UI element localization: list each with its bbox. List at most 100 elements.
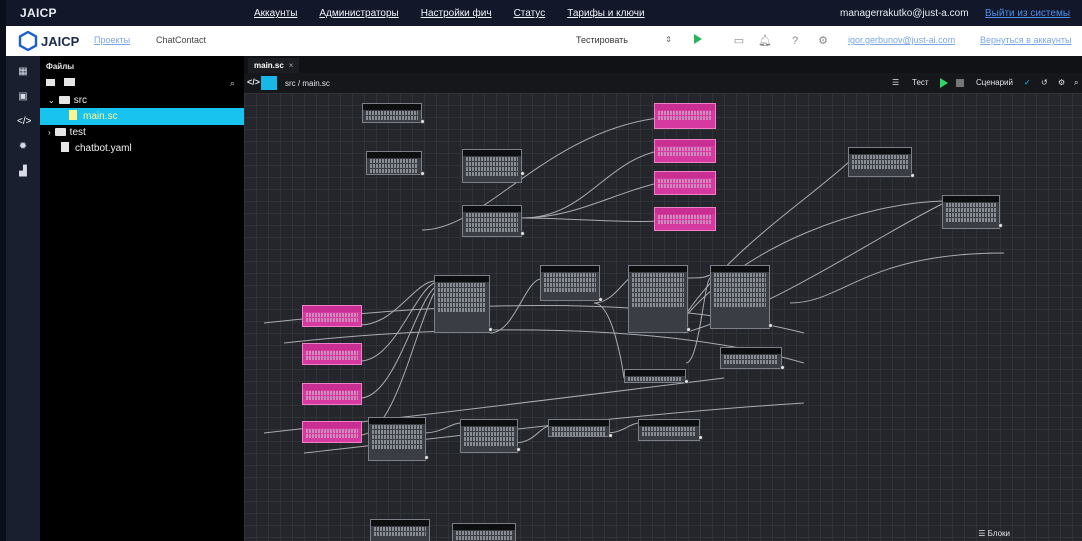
- check-icon[interactable]: ✓: [1024, 78, 1031, 87]
- undo-icon[interactable]: ↺: [1041, 78, 1048, 87]
- nav-status[interactable]: Статус: [514, 8, 546, 19]
- nav-feature-settings[interactable]: Настройки фич: [421, 8, 492, 19]
- search-icon[interactable]: ⌕: [1074, 78, 1078, 88]
- intent-node[interactable]: [302, 305, 362, 327]
- nav-tariffs[interactable]: Тарифы и ключи: [567, 8, 644, 19]
- intent-node[interactable]: [654, 103, 716, 129]
- file-icon: [69, 110, 77, 120]
- flow-node[interactable]: [628, 265, 688, 333]
- tab-main-sc[interactable]: main.sc ×: [248, 58, 300, 73]
- node-port[interactable]: [768, 323, 773, 328]
- node-port[interactable]: [420, 171, 425, 176]
- search-icon[interactable]: ⌕: [230, 78, 235, 89]
- node-port[interactable]: [910, 173, 915, 178]
- widget-icon[interactable]: ▭: [732, 34, 746, 48]
- flow-node[interactable]: [434, 275, 490, 333]
- node-port[interactable]: [420, 119, 425, 124]
- intent-node[interactable]: [654, 207, 716, 231]
- table-icon[interactable]: ▦: [17, 66, 29, 78]
- flow-node[interactable]: [548, 419, 610, 437]
- intent-node[interactable]: [302, 343, 362, 365]
- projects-link[interactable]: Проекты: [94, 35, 130, 45]
- select-arrows-icon: ⇕: [665, 35, 672, 44]
- flow-node[interactable]: [362, 103, 422, 123]
- chevron-right-icon: ›: [48, 128, 51, 137]
- node-port[interactable]: [520, 171, 525, 176]
- intent-node[interactable]: [302, 383, 362, 405]
- intent-node[interactable]: [302, 421, 362, 443]
- test-select[interactable]: Тестировать ⇕: [572, 32, 678, 50]
- flow-node[interactable]: [366, 151, 422, 175]
- flow-node[interactable]: [370, 519, 430, 541]
- gear-icon[interactable]: ⚙: [1058, 78, 1065, 87]
- list-icon: ☰: [978, 529, 988, 538]
- flow-node[interactable]: [720, 347, 782, 369]
- intent-node[interactable]: [654, 139, 716, 163]
- project-bar: JAICP Проекты ChatContact Тестировать ⇕ …: [6, 26, 1082, 56]
- node-port[interactable]: [698, 435, 703, 440]
- tree-item-label: test: [69, 127, 86, 138]
- jaicp-logo[interactable]: JAICP: [18, 31, 79, 51]
- code-icon[interactable]: </>: [17, 116, 31, 128]
- tree-item-chatbot-yaml[interactable]: chatbot.yaml: [40, 140, 244, 157]
- editor-toolbar: </> src / main.sc ☰ Тест Сценарий ✓ ↺ ⚙ …: [244, 73, 1082, 93]
- tree-item-test[interactable]: › test: [40, 124, 244, 141]
- scenario-canvas[interactable]: ☰ Блоки: [244, 93, 1082, 541]
- admin-nav: Аккаунты Администраторы Настройки фич Ст…: [254, 8, 645, 19]
- logout-link[interactable]: Выйти из системы: [985, 8, 1070, 19]
- flow-node[interactable]: [848, 147, 912, 177]
- node-port[interactable]: [998, 223, 1003, 228]
- tree-item-label: main.sc: [83, 111, 118, 122]
- node-port[interactable]: [488, 327, 493, 332]
- node-port[interactable]: [686, 327, 691, 332]
- flow-node[interactable]: [540, 265, 600, 301]
- admin-bar: JAICP Аккаунты Администраторы Настройки …: [6, 0, 1082, 26]
- nav-accounts[interactable]: Аккаунты: [254, 8, 297, 19]
- chart-icon[interactable]: ▟: [17, 166, 29, 178]
- intent-node[interactable]: [654, 171, 716, 195]
- chat-icon[interactable]: ▣: [17, 91, 29, 103]
- file-icon: [61, 142, 69, 152]
- bell-icon[interactable]: 🔔︎: [758, 34, 772, 48]
- flow-node[interactable]: [710, 265, 770, 329]
- flow-node[interactable]: [624, 369, 686, 383]
- nav-admins[interactable]: Администраторы: [319, 8, 398, 19]
- node-port[interactable]: [608, 433, 613, 438]
- flow-node[interactable]: [462, 149, 522, 183]
- node-port[interactable]: [516, 447, 521, 452]
- visual-view-icon[interactable]: [261, 76, 277, 90]
- flow-node[interactable]: [460, 419, 518, 453]
- flow-node[interactable]: [462, 205, 522, 237]
- flow-node[interactable]: [942, 195, 1000, 229]
- flow-node[interactable]: [638, 419, 700, 441]
- test-select-value: Тестировать: [576, 35, 628, 45]
- account-email-link[interactable]: igor.gerbunov@just-ai.com: [848, 35, 955, 45]
- flow-node[interactable]: [368, 417, 426, 461]
- node-port[interactable]: [520, 231, 525, 236]
- tree-item-src[interactable]: ⌄ src: [40, 92, 244, 109]
- blocks-panel-toggle[interactable]: ☰ Блоки: [978, 529, 1010, 538]
- help-icon[interactable]: ?: [788, 34, 802, 48]
- node-port[interactable]: [424, 455, 429, 460]
- logo-text: JAICP: [41, 33, 80, 49]
- project-name: ChatContact: [156, 35, 207, 45]
- logo-icon: [18, 31, 38, 51]
- play-icon[interactable]: [940, 78, 948, 88]
- run-test-icon[interactable]: [694, 34, 702, 44]
- new-folder-icon[interactable]: [63, 78, 75, 86]
- back-to-accounts-link[interactable]: Вернуться в аккаунты: [980, 35, 1072, 45]
- editor: main.sc × </> src / main.sc ☰ Тест Сценар…: [244, 56, 1082, 541]
- close-icon[interactable]: ×: [289, 61, 294, 70]
- gear-icon[interactable]: ⚙: [816, 34, 830, 48]
- new-file-icon[interactable]: [46, 79, 55, 86]
- code-view-icon[interactable]: </>: [247, 77, 260, 87]
- blocks-label: Блоки: [987, 529, 1010, 538]
- node-port[interactable]: [780, 365, 785, 370]
- tree-item-main-sc[interactable]: main.sc: [40, 108, 244, 125]
- flow-node[interactable]: [452, 523, 516, 541]
- node-port[interactable]: [598, 297, 603, 302]
- settings-icon[interactable]: ✹: [17, 141, 29, 153]
- node-port[interactable]: [684, 379, 689, 384]
- stop-icon[interactable]: [956, 79, 964, 87]
- menu-icon[interactable]: ☰: [892, 78, 899, 87]
